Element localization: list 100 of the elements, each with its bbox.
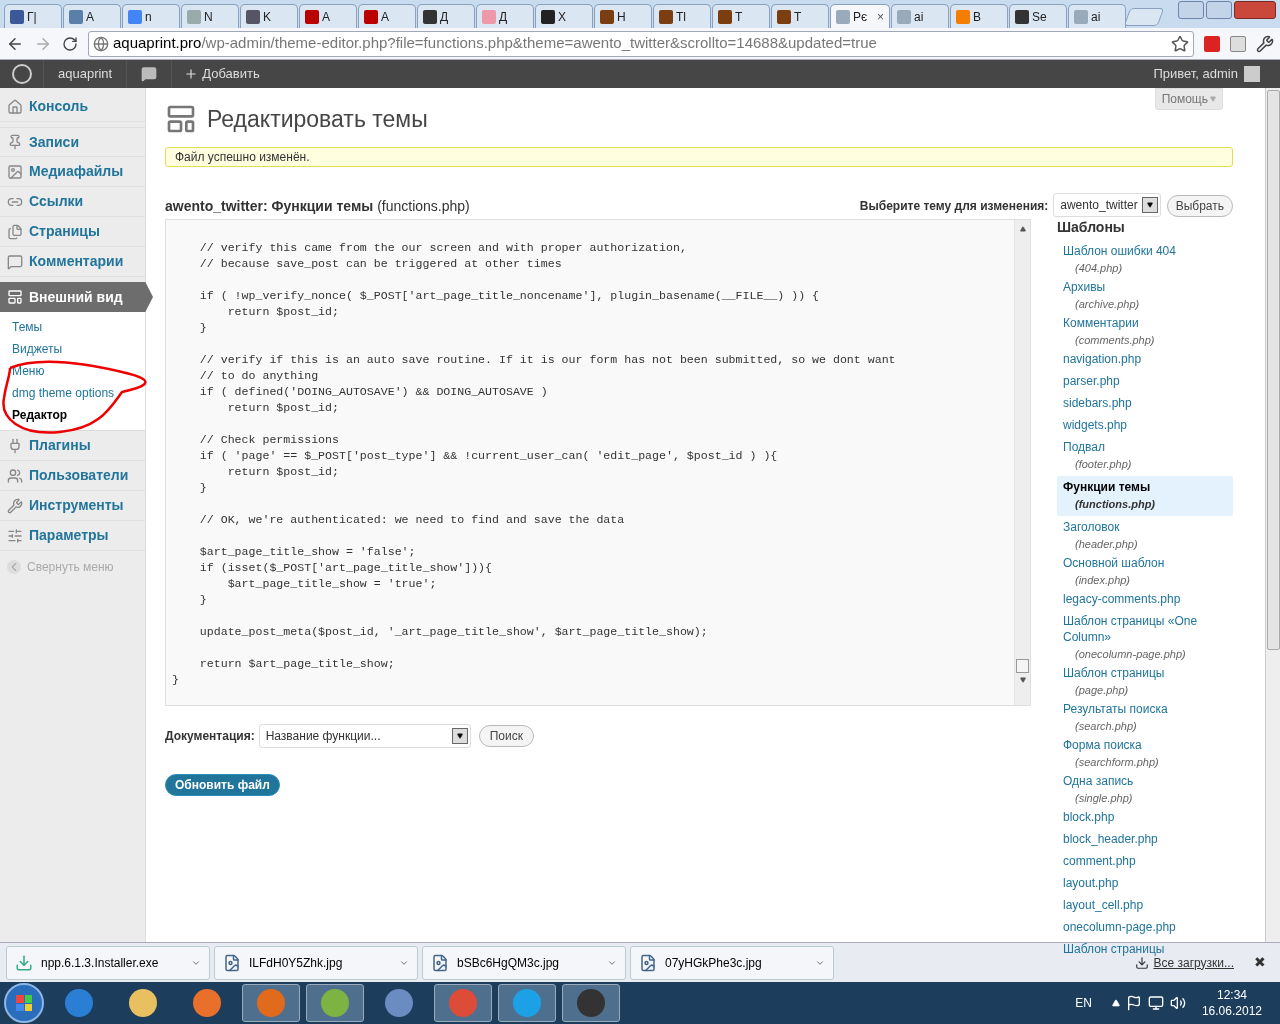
scroll-up-icon[interactable] — [1019, 225, 1026, 232]
close-tab-button[interactable]: × — [877, 7, 884, 26]
menu-item[interactable]: Плагины — [0, 431, 145, 461]
template-item[interactable]: layout_cell.php — [1057, 895, 1233, 918]
template-item[interactable]: comment.php — [1057, 851, 1233, 874]
browser-tab[interactable]: N — [181, 4, 239, 28]
browser-tab[interactable]: Se — [1009, 4, 1067, 28]
template-item[interactable]: legacy-comments.php — [1057, 589, 1233, 612]
template-item[interactable]: Основной шаблон (index.php) — [1057, 553, 1233, 590]
help-button[interactable]: Помощь — [1154, 88, 1223, 110]
volume-icon[interactable] — [1169, 995, 1186, 1011]
download-item[interactable]: bSBc6HgQM3c.jpg — [422, 945, 626, 980]
scroll-thumb[interactable] — [1016, 658, 1029, 673]
wrench-icon[interactable] — [1256, 34, 1274, 53]
download-item[interactable]: ILFdH0Y5Zhk.jpg — [214, 945, 418, 980]
browser-tab[interactable]: A — [299, 4, 357, 28]
add-new-link[interactable]: Добавить — [172, 60, 272, 88]
browser-tab[interactable]: Д — [476, 4, 534, 28]
bookmark-star-icon[interactable] — [1171, 34, 1189, 53]
flag-icon[interactable] — [1125, 995, 1142, 1011]
template-name: block_header.php — [1063, 830, 1159, 847]
browser-tab[interactable]: A — [358, 4, 416, 28]
clock[interactable]: 12:34 16.06.2012 — [1201, 987, 1262, 1019]
scroll-down-icon[interactable] — [1019, 676, 1026, 683]
menu-item[interactable]: Страницы — [0, 217, 145, 247]
template-item[interactable]: sidebars.php — [1057, 393, 1233, 416]
page-scrollbar[interactable] — [1265, 88, 1280, 942]
menu-item[interactable]: Пользователи — [0, 461, 145, 491]
browser-tab[interactable]: X — [535, 4, 593, 28]
extension-icon[interactable] — [1230, 35, 1246, 52]
browser-tab[interactable]: Pє × — [830, 4, 890, 28]
reload-icon[interactable] — [62, 35, 78, 52]
browser-tab[interactable]: B — [950, 4, 1008, 28]
theme-select[interactable]: awento_twitter — [1053, 192, 1161, 217]
network-icon[interactable] — [1147, 995, 1164, 1011]
menu-item[interactable]: Ссылки — [0, 187, 145, 217]
app-icon — [257, 989, 285, 1017]
template-item[interactable]: Шаблон страницы (page.php) — [1057, 663, 1233, 700]
template-item[interactable]: block.php — [1057, 807, 1233, 830]
function-select[interactable]: Название функции... — [258, 723, 471, 748]
comments-icon[interactable] — [141, 66, 158, 82]
new-tab-button[interactable] — [1123, 8, 1165, 26]
language-indicator[interactable]: EN — [1075, 994, 1092, 1012]
greeting-link[interactable]: Привет, admin — [1153, 64, 1238, 84]
close-downloads-button[interactable]: ✖ — [1254, 952, 1266, 973]
submenu-item[interactable]: dmg theme options — [0, 382, 145, 404]
browser-tab[interactable]: T — [712, 4, 770, 28]
template-item[interactable]: Одна запись (single.php) — [1057, 771, 1233, 808]
close-window-button[interactable] — [1234, 1, 1276, 19]
menu-item[interactable]: Записи — [0, 127, 145, 157]
update-file-button[interactable]: Обновить файл — [165, 773, 280, 796]
browser-tab[interactable]: ai — [1068, 4, 1126, 28]
template-item[interactable]: onecolumn-page.php — [1057, 917, 1233, 940]
minimize-button[interactable] — [1178, 1, 1204, 19]
menu-item[interactable]: Параметры — [0, 521, 145, 551]
submenu-item[interactable]: Меню — [0, 360, 145, 382]
search-button[interactable]: Поиск — [478, 724, 534, 747]
menu-item[interactable]: Консоль — [0, 92, 145, 122]
template-item[interactable]: Архивы (archive.php) — [1057, 277, 1233, 314]
menu-item[interactable]: Внешний вид — [0, 282, 153, 312]
template-item[interactable]: layout.php — [1057, 873, 1233, 896]
browser-tab[interactable]: H — [594, 4, 652, 28]
browser-tab[interactable]: Г| — [4, 4, 62, 28]
template-item[interactable]: navigation.php — [1057, 349, 1233, 372]
address-field[interactable]: aquaprint.pro/wp-admin/theme-editor.php?file=functions.php&theme=awento_twitter&scrollto=14688&updated=true — [88, 30, 1194, 57]
code-editor[interactable] — [165, 218, 1031, 706]
menu-item[interactable]: Инструменты — [0, 491, 145, 521]
maximize-button[interactable] — [1206, 1, 1232, 19]
template-item[interactable]: Результаты поиска (search.php) — [1057, 699, 1233, 736]
template-item[interactable]: Форма поиска (searchform.php) — [1057, 735, 1233, 772]
template-item[interactable]: Функции темы (functions.php) — [1057, 475, 1233, 516]
extension-icon[interactable] — [1204, 35, 1220, 52]
browser-tab[interactable]: ai — [891, 4, 949, 28]
template-item[interactable]: Комментарии (comments.php) — [1057, 313, 1233, 350]
browser-tab[interactable]: K — [240, 4, 298, 28]
submenu-item[interactable]: Темы — [0, 316, 145, 338]
taskbar-button[interactable] — [562, 984, 620, 1022]
tray-arrow-icon[interactable] — [1111, 999, 1120, 1007]
download-item[interactable]: 07yHGkPhe3c.jpg — [630, 945, 834, 980]
scrollbar[interactable] — [1014, 219, 1030, 705]
browser-tab[interactable]: n — [122, 4, 180, 28]
browser-tab[interactable]: A — [63, 4, 121, 28]
menu-item[interactable]: Медиафайлы — [0, 157, 145, 187]
start-button[interactable] — [4, 983, 44, 1023]
menu-item[interactable]: Комментарии — [0, 247, 145, 277]
speech-bubble-icon — [7, 253, 23, 270]
template-item[interactable]: block_header.php — [1057, 829, 1233, 852]
browser-tab[interactable]: Tl — [653, 4, 711, 28]
template-item[interactable]: parser.php — [1057, 371, 1233, 394]
browser-tab[interactable]: T — [771, 4, 829, 28]
template-item[interactable]: widgets.php — [1057, 415, 1233, 438]
template-item[interactable]: Подвал (footer.php) — [1057, 437, 1233, 474]
template-item[interactable]: Заголовок (header.php) — [1057, 517, 1233, 554]
download-item[interactable]: npp.6.1.3.Installer.exe — [6, 945, 210, 980]
submenu-item[interactable]: Виджеты — [0, 338, 145, 360]
template-item[interactable]: Шаблон страницы «One Column» (onecolumn-page.php) — [1057, 611, 1233, 664]
submenu-item[interactable]: Редактор — [0, 404, 145, 426]
select-button[interactable]: Выбрать — [1166, 194, 1233, 217]
browser-tab[interactable]: Д — [417, 4, 475, 28]
template-item[interactable]: Шаблон ошибки 404 (404.php) — [1057, 241, 1233, 278]
